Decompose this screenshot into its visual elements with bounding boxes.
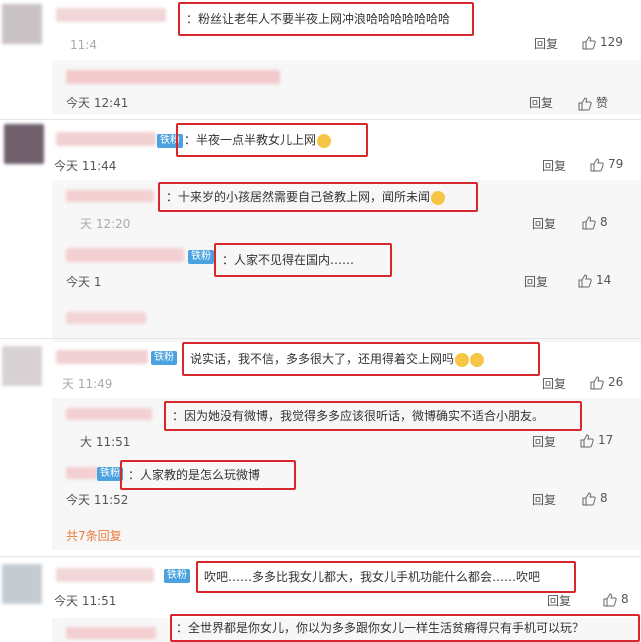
avatar[interactable] <box>4 124 44 164</box>
comment-text: ：半夜一点半教女儿上网 <box>184 133 317 147</box>
divider <box>0 119 641 120</box>
like-button[interactable]: 129 <box>582 35 623 50</box>
thumbs-up-icon <box>580 433 594 447</box>
like-count: 8 <box>600 215 608 229</box>
timestamp: 大 11:51 <box>80 435 131 449</box>
highlighted-comment: ：人家不见得在国内…… <box>214 243 392 277</box>
reply-button[interactable]: 回复 <box>534 35 558 52</box>
comment-text: ：全世界都是你女儿，你以为多多跟你女儿一样生活贫瘠得只有手机可以玩？ <box>176 621 585 635</box>
comment-text: ：人家教的是怎么玩微博 <box>128 468 261 482</box>
like-count: 8 <box>600 491 608 505</box>
highlighted-comment: ：因为她没有微博，我觉得多多应该很听话，微博确实不适合小朋友。 <box>164 401 582 431</box>
username[interactable] <box>66 190 154 202</box>
like-button[interactable]: 8 <box>582 491 608 506</box>
like-count: 17 <box>598 433 614 447</box>
fan-badge: 铁粉 <box>188 250 214 264</box>
thumbs-up-icon <box>582 35 596 49</box>
highlighted-comment: ：全世界都是你女儿，你以为多多跟你女儿一样生活贫瘠得只有手机可以玩？ <box>170 614 640 642</box>
username[interactable] <box>66 70 280 84</box>
timestamp: 天 11:49 <box>62 377 113 391</box>
avatar[interactable] <box>2 4 42 44</box>
like-label: 赞 <box>596 96 609 110</box>
reply-button[interactable]: 回复 <box>532 491 556 508</box>
like-count: 26 <box>608 375 624 389</box>
thumbs-up-icon <box>590 375 604 389</box>
divider <box>0 338 641 339</box>
reply-button[interactable]: 回复 <box>532 433 556 450</box>
like-button[interactable]: 8 <box>603 592 629 607</box>
avatar[interactable] <box>2 346 42 386</box>
highlighted-comment: 说实话，我不信，多多很大了，还用得着交上网吗 <box>182 342 540 376</box>
timestamp: 11:4 <box>70 38 97 52</box>
laugh-cry-icon <box>470 352 485 367</box>
comment-text: ：人家不见得在国内…… <box>222 253 355 267</box>
like-count: 79 <box>608 157 624 171</box>
reply-button[interactable]: 回复 <box>524 273 548 290</box>
username[interactable] <box>56 350 148 364</box>
reply-button[interactable]: 回复 <box>547 592 571 609</box>
comment-text: ：因为她没有微博，我觉得多多应该很听话，微博确实不适合小朋友。 <box>172 409 545 423</box>
like-button[interactable]: 17 <box>580 433 613 448</box>
timestamp: 今天 1 <box>66 275 102 289</box>
divider <box>0 556 641 557</box>
like-button[interactable]: 赞 <box>578 94 608 111</box>
fan-badge: 铁粉 <box>151 351 177 365</box>
laugh-cry-icon <box>455 352 470 367</box>
username[interactable] <box>66 408 152 420</box>
comment-text: 吹吧……多多比我女儿都大，我女儿手机功能什么都会……吹吧 <box>204 570 541 584</box>
thumbs-up-icon <box>578 273 592 287</box>
timestamp: 今天 11:44 <box>54 159 117 173</box>
like-button[interactable]: 79 <box>590 157 623 172</box>
username[interactable] <box>56 568 154 582</box>
timestamp: 天 12:20 <box>80 217 131 231</box>
comment-text: 说实话，我不信，多多很大了，还用得着交上网吗 <box>190 352 455 366</box>
thumbs-up-icon <box>582 491 596 505</box>
thumbs-up-icon <box>317 133 332 148</box>
like-button[interactable]: 26 <box>590 375 623 390</box>
username[interactable] <box>66 467 98 479</box>
timestamp: 今天 11:52 <box>66 493 129 507</box>
reply-button[interactable]: 回复 <box>542 375 566 392</box>
highlighted-comment: ：粉丝让老年人不要半夜上网冲浪哈哈哈哈哈哈哈 <box>178 2 474 36</box>
highlighted-comment: ：人家教的是怎么玩微博 <box>120 460 296 490</box>
like-button[interactable]: 14 <box>578 273 611 288</box>
username[interactable] <box>56 132 156 146</box>
reply-button[interactable]: 回复 <box>532 215 556 232</box>
fan-badge: 铁粉 <box>164 569 190 583</box>
thumbs-up-icon <box>603 592 617 606</box>
avatar[interactable] <box>2 564 42 604</box>
highlighted-comment: ：十来岁的小孩居然需要自己爸教上网，闻所未闻 <box>158 182 478 212</box>
like-count: 14 <box>596 273 612 287</box>
timestamp: 今天 11:51 <box>54 594 117 608</box>
face-emoji-icon <box>431 190 446 205</box>
more-replies-link[interactable]: 共7条回复 <box>66 527 122 544</box>
reply-button[interactable]: 回复 <box>542 157 566 174</box>
comment-text: ：十来岁的小孩居然需要自己爸教上网，闻所未闻 <box>166 190 431 204</box>
username[interactable] <box>66 248 184 262</box>
timestamp: 今天 12:41 <box>66 96 129 110</box>
highlighted-comment: ：半夜一点半教女儿上网 <box>176 123 368 157</box>
thumbs-up-icon <box>578 96 592 110</box>
like-button[interactable]: 8 <box>582 215 608 230</box>
username[interactable] <box>66 312 146 324</box>
highlighted-comment: 吹吧……多多比我女儿都大，我女儿手机功能什么都会……吹吧 <box>196 561 576 593</box>
thumbs-up-icon <box>590 157 604 171</box>
username[interactable] <box>66 627 156 639</box>
thumbs-up-icon <box>582 215 596 229</box>
username[interactable] <box>56 8 166 22</box>
reply-button[interactable]: 回复 <box>529 94 553 111</box>
comment-text: ：粉丝让老年人不要半夜上网冲浪哈哈哈哈哈哈哈 <box>186 12 451 26</box>
like-count: 129 <box>600 35 623 49</box>
like-count: 8 <box>621 592 629 606</box>
